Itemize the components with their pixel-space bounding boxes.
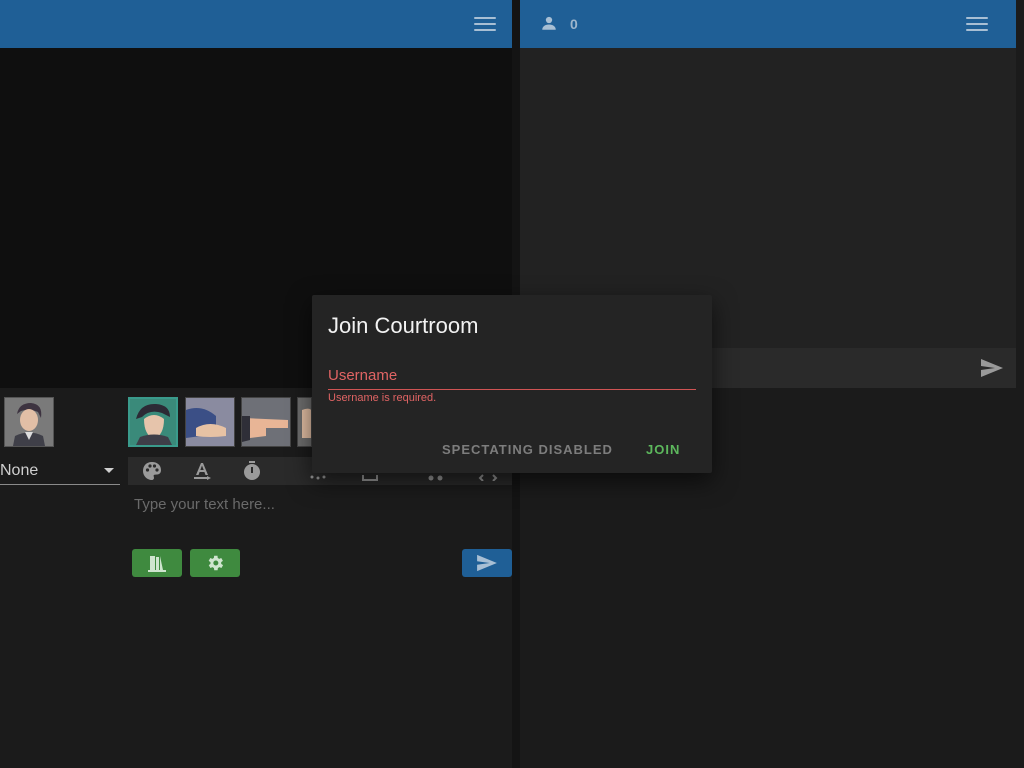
- username-field[interactable]: Username: [328, 363, 700, 391]
- user-count: 0: [570, 16, 578, 32]
- chevron-down-icon: [104, 468, 114, 473]
- dialog-actions: SPECTATING DISABLED JOIN: [312, 437, 712, 461]
- person-icon: [540, 14, 558, 32]
- username-input[interactable]: [328, 363, 700, 391]
- hamburger-menu-icon[interactable]: [474, 17, 496, 33]
- evidence-icon: [148, 556, 166, 572]
- palette-icon[interactable]: [142, 461, 162, 481]
- emote-button[interactable]: [297, 397, 312, 447]
- message-input[interactable]: [128, 488, 520, 520]
- gear-icon: [208, 555, 224, 571]
- hamburger-menu-icon[interactable]: [966, 17, 988, 33]
- send-message-button[interactable]: [462, 549, 512, 577]
- text-color-select[interactable]: None: [0, 458, 120, 485]
- username-error: Username is required.: [328, 392, 437, 404]
- spectate-button[interactable]: SPECTATING DISABLED: [442, 437, 613, 461]
- evidence-button[interactable]: [132, 549, 182, 577]
- character-avatar[interactable]: [4, 397, 54, 447]
- courtroom-appbar: [0, 0, 512, 48]
- send-icon: [477, 554, 497, 572]
- emote-button[interactable]: [185, 397, 235, 447]
- join-button[interactable]: JOIN: [646, 437, 680, 461]
- dialog-title: Join Courtroom: [328, 313, 479, 338]
- join-courtroom-dialog: Join Courtroom Username Username is requ…: [312, 295, 712, 473]
- text-color-value: None: [0, 462, 39, 479]
- emote-button[interactable]: [128, 397, 178, 447]
- page-edge: [1016, 0, 1024, 768]
- text-color-icon[interactable]: [192, 461, 212, 481]
- emote-button[interactable]: [241, 397, 291, 447]
- settings-button[interactable]: [190, 549, 240, 577]
- message-input-wrap: [128, 488, 520, 520]
- chat-appbar: 0: [520, 0, 1016, 48]
- timer-icon[interactable]: [242, 461, 262, 481]
- send-icon[interactable]: [980, 358, 1004, 378]
